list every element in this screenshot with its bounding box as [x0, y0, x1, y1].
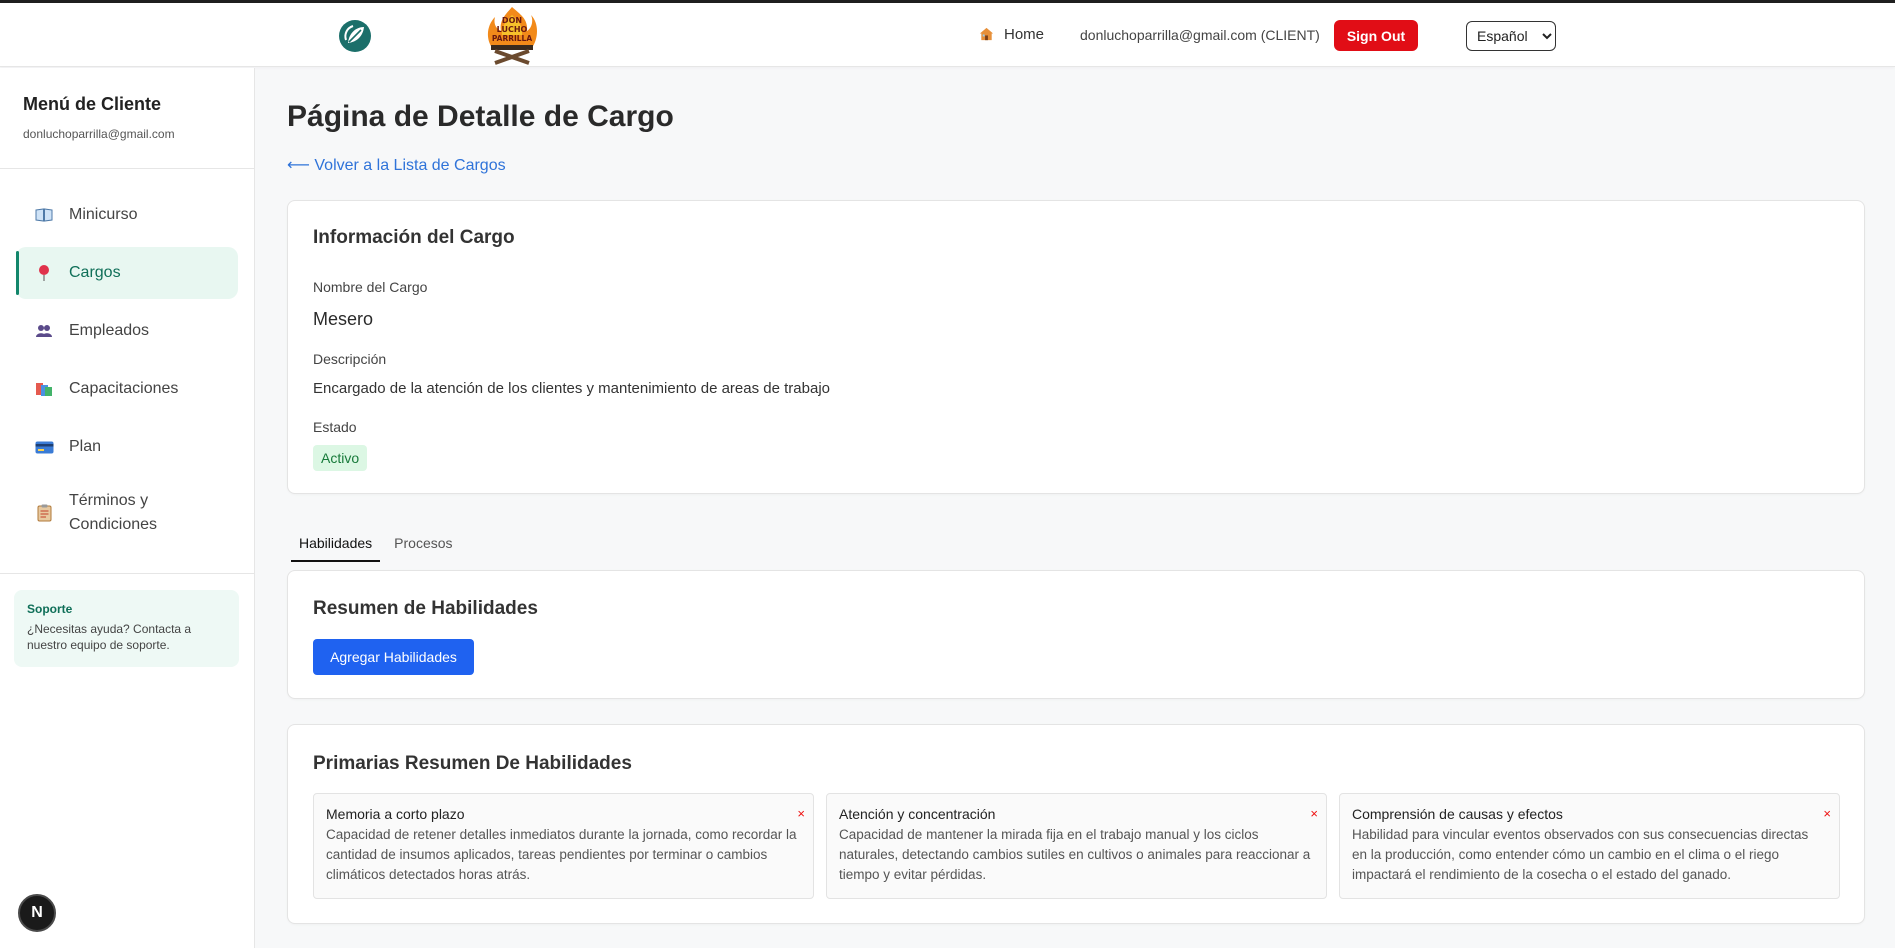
- sidebar-item-label: Términos y Condiciones: [69, 492, 158, 533]
- primary-skills-heading: Primarias Resumen De Habilidades: [313, 753, 632, 774]
- credit-card-icon: [34, 437, 54, 457]
- page-title: Página de Detalle de Cargo: [287, 100, 674, 133]
- remove-skill-button[interactable]: ×: [797, 806, 805, 821]
- job-status-label: Estado: [313, 419, 357, 435]
- support-title: Soporte: [27, 602, 73, 616]
- job-name-label: Nombre del Cargo: [313, 279, 428, 295]
- sidebar-item-label: Cargos: [69, 264, 121, 281]
- skill-card: Memoria a corto plazo Capacidad de reten…: [313, 793, 814, 899]
- sign-out-button[interactable]: Sign Out: [1334, 20, 1418, 51]
- sidebar-menu: Minicurso Cargos Empleados Capacitacione…: [0, 169, 254, 547]
- primary-skills-card: Primarias Resumen De Habilidades Memoria…: [287, 724, 1865, 924]
- user-email-label: donluchoparrilla@gmail.com (CLIENT): [1080, 27, 1320, 43]
- job-description-value: Encargado de la atención de los clientes…: [313, 380, 830, 397]
- tab-procesos[interactable]: Procesos: [386, 528, 460, 562]
- skill-title: Comprensión de causas y efectos: [1352, 806, 1563, 822]
- sidebar-divider: [0, 573, 255, 574]
- sidebar-item-label: Minicurso: [69, 206, 138, 223]
- back-to-list-link[interactable]: ⟵ Volver a la Lista de Cargos: [287, 155, 506, 175]
- sidebar-item-label: Capacitaciones: [69, 380, 179, 397]
- sidebar-item-terminos[interactable]: Términos y Condiciones: [16, 479, 238, 547]
- sidebar-email: donluchoparrilla@gmail.com: [23, 127, 175, 141]
- sidebar-item-label: Plan: [69, 438, 102, 455]
- svg-text:LUCHO: LUCHO: [497, 25, 528, 34]
- job-name-value: Mesero: [313, 309, 374, 329]
- nav-home-link[interactable]: Home: [978, 26, 1044, 43]
- book-icon: [34, 205, 54, 225]
- sidebar-item-capacitaciones[interactable]: Capacitaciones: [16, 363, 238, 415]
- sidebar-item-plan[interactable]: Plan: [16, 421, 238, 473]
- skills-summary-heading: Resumen de Habilidades: [313, 598, 538, 619]
- house-icon: [979, 27, 994, 41]
- nav-home-label: Home: [1004, 26, 1045, 43]
- skill-title: Atención y concentración: [839, 806, 996, 822]
- people-icon: [34, 321, 54, 341]
- sidebar-title: Menú de Cliente: [23, 94, 162, 114]
- books-icon: [34, 379, 54, 399]
- remove-skill-button[interactable]: ×: [1823, 806, 1831, 821]
- support-text: ¿Necesitas ayuda? Contacta a nuestro equ…: [27, 622, 192, 652]
- brand-logo-icon[interactable]: DON LUCHO PARRILLA: [481, 5, 543, 67]
- language-select[interactable]: Español: [1466, 21, 1556, 51]
- skill-description: Capacidad de retener detalles inmediatos…: [326, 827, 797, 882]
- sidebar: Menú de Cliente donluchoparrilla@gmail.c…: [0, 68, 255, 948]
- sidebar-header: Menú de Cliente donluchoparrilla@gmail.c…: [0, 68, 254, 169]
- clipboard-icon: [34, 503, 54, 523]
- sidebar-item-empleados[interactable]: Empleados: [16, 305, 238, 357]
- skill-card: Atención y concentración Capacidad de ma…: [826, 793, 1327, 899]
- status-badge: Activo: [313, 445, 368, 471]
- detail-tabs: Habilidades Procesos: [291, 528, 467, 562]
- sidebar-item-minicurso[interactable]: Minicurso: [16, 189, 238, 241]
- skill-title: Memoria a corto plazo: [326, 806, 465, 822]
- job-description-label: Descripción: [313, 351, 387, 367]
- support-box[interactable]: Soporte ¿Necesitas ayuda? Contacta a nue…: [14, 590, 239, 667]
- dev-tools-badge[interactable]: N: [18, 894, 56, 932]
- sidebar-item-label: Empleados: [69, 322, 150, 339]
- pin-icon: [34, 263, 54, 283]
- skill-description: Habilidad para vincular eventos observad…: [1352, 827, 1809, 882]
- leaf-logo-icon[interactable]: [337, 18, 373, 54]
- svg-text:DON: DON: [502, 16, 522, 25]
- skill-card: Comprensión de causas y efectos Habilida…: [1339, 793, 1840, 899]
- job-info-heading: Información del Cargo: [313, 227, 515, 248]
- top-navbar: DON LUCHO PARRILLA Home donluchoparrilla…: [0, 3, 1895, 67]
- tab-habilidades[interactable]: Habilidades: [291, 528, 381, 562]
- sidebar-item-cargos[interactable]: Cargos: [16, 247, 238, 299]
- skills-summary-card: Resumen de Habilidades Agregar Habilidad…: [287, 570, 1865, 699]
- skill-description: Capacidad de mantener la mirada fija en …: [839, 827, 1311, 882]
- job-info-card: Información del Cargo Nombre del Cargo M…: [287, 200, 1865, 494]
- svg-text:PARRILLA: PARRILLA: [492, 34, 533, 43]
- add-skills-button[interactable]: Agregar Habilidades: [313, 639, 474, 675]
- remove-skill-button[interactable]: ×: [1310, 806, 1318, 821]
